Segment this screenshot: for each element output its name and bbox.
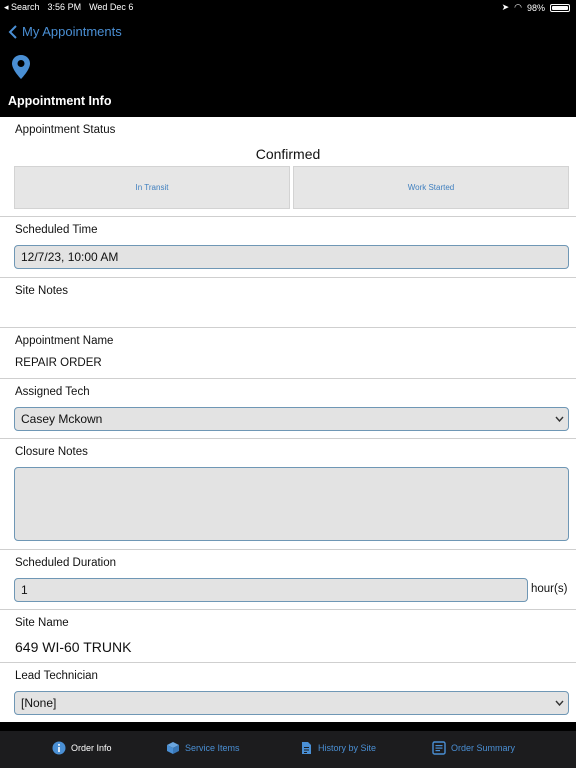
closure-notes-label: Closure Notes <box>15 446 88 458</box>
closure-notes-section: Closure Notes <box>0 439 576 550</box>
closure-notes-textarea[interactable] <box>14 467 569 541</box>
assigned-tech-select[interactable]: Casey Mckown <box>14 407 569 431</box>
status-date: Wed Dec 6 <box>89 2 134 12</box>
box-icon <box>167 742 179 754</box>
chevron-left-icon <box>8 24 17 39</box>
page-title: Appointment Info <box>8 94 112 108</box>
appointment-name-section: Appointment Name REPAIR ORDER <box>0 328 576 379</box>
site-notes-section: Site Notes <box>0 278 576 328</box>
site-name-label: Site Name <box>15 617 69 629</box>
tab-service-items[interactable]: Service Items <box>166 741 240 755</box>
site-notes-label: Site Notes <box>15 285 69 297</box>
back-to-search[interactable]: ◂ Search <box>4 2 40 13</box>
appointment-form: Appointment Status Confirmed In Transit … <box>0 117 576 722</box>
lead-technician-value: [None] <box>21 696 57 710</box>
back-button[interactable]: My Appointments <box>8 24 122 39</box>
assigned-tech-value: Casey Mckown <box>21 412 103 426</box>
appointment-status-section: Appointment Status Confirmed In Transit … <box>0 117 576 217</box>
tab-label: Order Info <box>71 743 112 753</box>
navigation-header: My Appointments Appointment Info <box>0 16 576 117</box>
battery-icon <box>550 3 570 12</box>
info-icon <box>52 741 66 755</box>
map-pin-icon[interactable] <box>11 54 31 80</box>
tab-label: Service Items <box>185 743 240 753</box>
battery-percent: 98% <box>526 2 545 13</box>
tab-order-info[interactable]: Order Info <box>52 741 112 755</box>
tab-order-summary[interactable]: Order Summary <box>432 741 515 755</box>
document-icon <box>302 742 311 754</box>
lead-technician-select[interactable]: [None] <box>14 691 569 715</box>
appointment-status-value: Confirmed <box>255 146 321 162</box>
bottom-tab-bar: Order Info Service Items History by Site… <box>0 722 576 768</box>
lead-technician-section: Lead Technician [None] <box>0 663 576 722</box>
in-transit-button[interactable]: In Transit <box>14 166 290 209</box>
status-time: 3:56 PM <box>47 2 82 12</box>
status-bar: ◂ Search 3:56 PM Wed Dec 6 ➤ ◠ 98% <box>0 0 576 16</box>
lead-technician-label: Lead Technician <box>15 670 98 682</box>
appointment-status-label: Appointment Status <box>15 124 116 136</box>
tab-history-by-site[interactable]: History by Site <box>299 741 376 755</box>
scheduled-time-field[interactable]: 12/7/23, 10:00 AM <box>14 245 569 269</box>
scheduled-time-section: Scheduled Time 12/7/23, 10:00 AM <box>0 217 576 278</box>
site-name-value: 649 WI-60 TRUNK <box>15 639 132 655</box>
tab-label: Order Summary <box>451 743 516 753</box>
location-icon: ➤ <box>501 2 510 12</box>
work-started-button[interactable]: Work Started <box>293 166 569 209</box>
chevron-down-icon <box>555 700 564 706</box>
wifi-icon: ◠ <box>514 2 522 12</box>
scheduled-duration-section: Scheduled Duration 1 hour(s) <box>0 550 576 610</box>
chevron-down-icon <box>555 416 564 422</box>
scheduled-duration-field[interactable]: 1 <box>14 578 528 602</box>
appointment-name-value: REPAIR ORDER <box>15 357 102 369</box>
assigned-tech-label: Assigned Tech <box>15 386 90 398</box>
scheduled-duration-label: Scheduled Duration <box>15 557 117 569</box>
tab-label: History by Site <box>318 743 377 753</box>
scheduled-time-label: Scheduled Time <box>15 224 98 236</box>
list-document-icon <box>432 741 446 755</box>
duration-unit-label: hour(s) <box>531 583 568 595</box>
appointment-name-label: Appointment Name <box>15 335 114 347</box>
back-button-label: My Appointments <box>22 24 122 39</box>
assigned-tech-section: Assigned Tech Casey Mckown <box>0 379 576 439</box>
site-name-section: Site Name 649 WI-60 TRUNK <box>0 610 576 663</box>
